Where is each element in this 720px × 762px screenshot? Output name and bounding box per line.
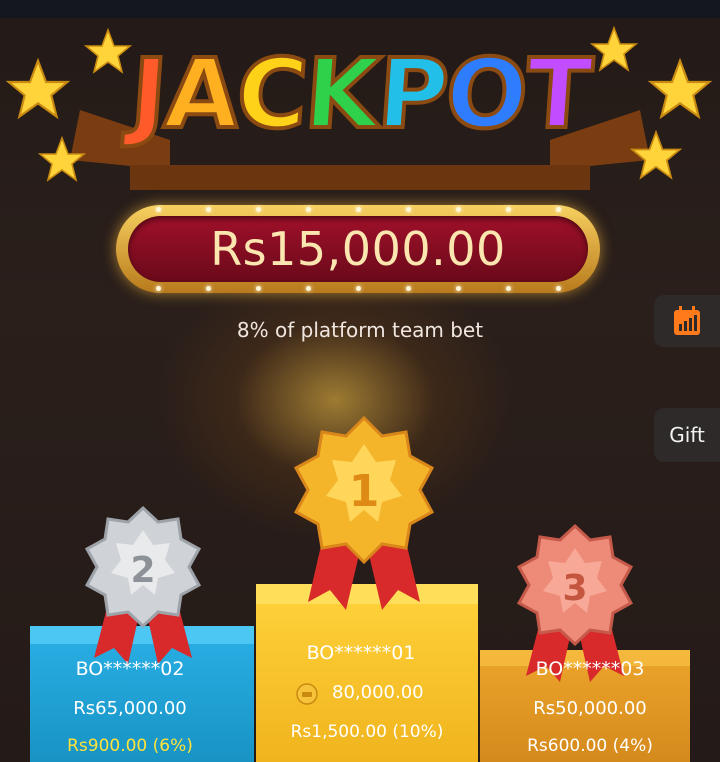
- marquee-light: [306, 286, 311, 291]
- second-player-bonus: Rs900.00 (6%): [67, 736, 193, 756]
- star-icon: [6, 58, 70, 120]
- marquee-light: [506, 286, 511, 291]
- logo-letter-c: C: [231, 36, 311, 152]
- marquee-light: [206, 286, 211, 291]
- gold-medal-icon: 1: [293, 415, 435, 610]
- jackpot-amount-panel: Rs15,000.00: [116, 205, 600, 293]
- first-player-bonus: Rs1,500.00 (10%): [290, 722, 444, 742]
- calendar-button[interactable]: [654, 295, 720, 347]
- jackpot-subtitle: 8% of platform team bet: [236, 318, 484, 342]
- medal-rank-1: 1: [349, 466, 380, 517]
- calendar-chart-icon: [674, 306, 700, 335]
- jackpot-title: JACKPOT: [60, 36, 660, 152]
- marquee-light: [306, 207, 311, 212]
- second-player-name: BO******02: [75, 658, 185, 680]
- marquee-light: [356, 207, 361, 212]
- top-status-bar: [0, 0, 720, 18]
- marquee-light: [556, 207, 561, 212]
- coin-icon: [296, 683, 318, 705]
- star-icon: [590, 26, 638, 72]
- star-icon: [648, 58, 712, 120]
- marquee-light: [506, 207, 511, 212]
- gift-label: Gift: [669, 423, 705, 447]
- logo-letter-t: T: [520, 36, 595, 152]
- third-player-amount: Rs50,000.00: [533, 698, 647, 719]
- marquee-light: [356, 286, 361, 291]
- marquee-light: [406, 207, 411, 212]
- star-icon: [630, 130, 682, 180]
- gift-button[interactable]: Gift: [654, 408, 720, 462]
- logo-letter-o: O: [440, 36, 531, 152]
- first-player-amount-row: 80,000.00: [296, 682, 446, 706]
- star-icon: [84, 28, 132, 74]
- logo-letter-a: A: [159, 36, 243, 152]
- third-player-name: BO******03: [535, 658, 645, 680]
- marquee-light: [406, 286, 411, 291]
- marquee-light: [206, 207, 211, 212]
- jackpot-amount-inner: Rs15,000.00: [128, 216, 588, 282]
- marquee-light: [456, 207, 461, 212]
- marquee-light: [456, 286, 461, 291]
- first-player-name: BO******01: [306, 642, 416, 664]
- third-player-bonus: Rs600.00 (4%): [527, 736, 653, 756]
- star-icon: [38, 136, 86, 182]
- marquee-light: [256, 207, 261, 212]
- medal-rank-3: 3: [562, 568, 587, 609]
- second-player-amount: Rs65,000.00: [73, 698, 187, 719]
- logo-letter-p: P: [372, 36, 452, 152]
- marquee-light: [256, 286, 261, 291]
- first-player-amount: 80,000.00: [332, 682, 424, 703]
- medal-rank-2: 2: [130, 550, 155, 591]
- jackpot-logo: JACKPOT: [60, 30, 660, 210]
- marquee-light: [156, 286, 161, 291]
- silver-medal-icon: 2: [84, 505, 202, 664]
- jackpot-amount: Rs15,000.00: [210, 222, 506, 276]
- marquee-light: [156, 207, 161, 212]
- marquee-light: [556, 286, 561, 291]
- logo-letter-k: K: [299, 36, 383, 152]
